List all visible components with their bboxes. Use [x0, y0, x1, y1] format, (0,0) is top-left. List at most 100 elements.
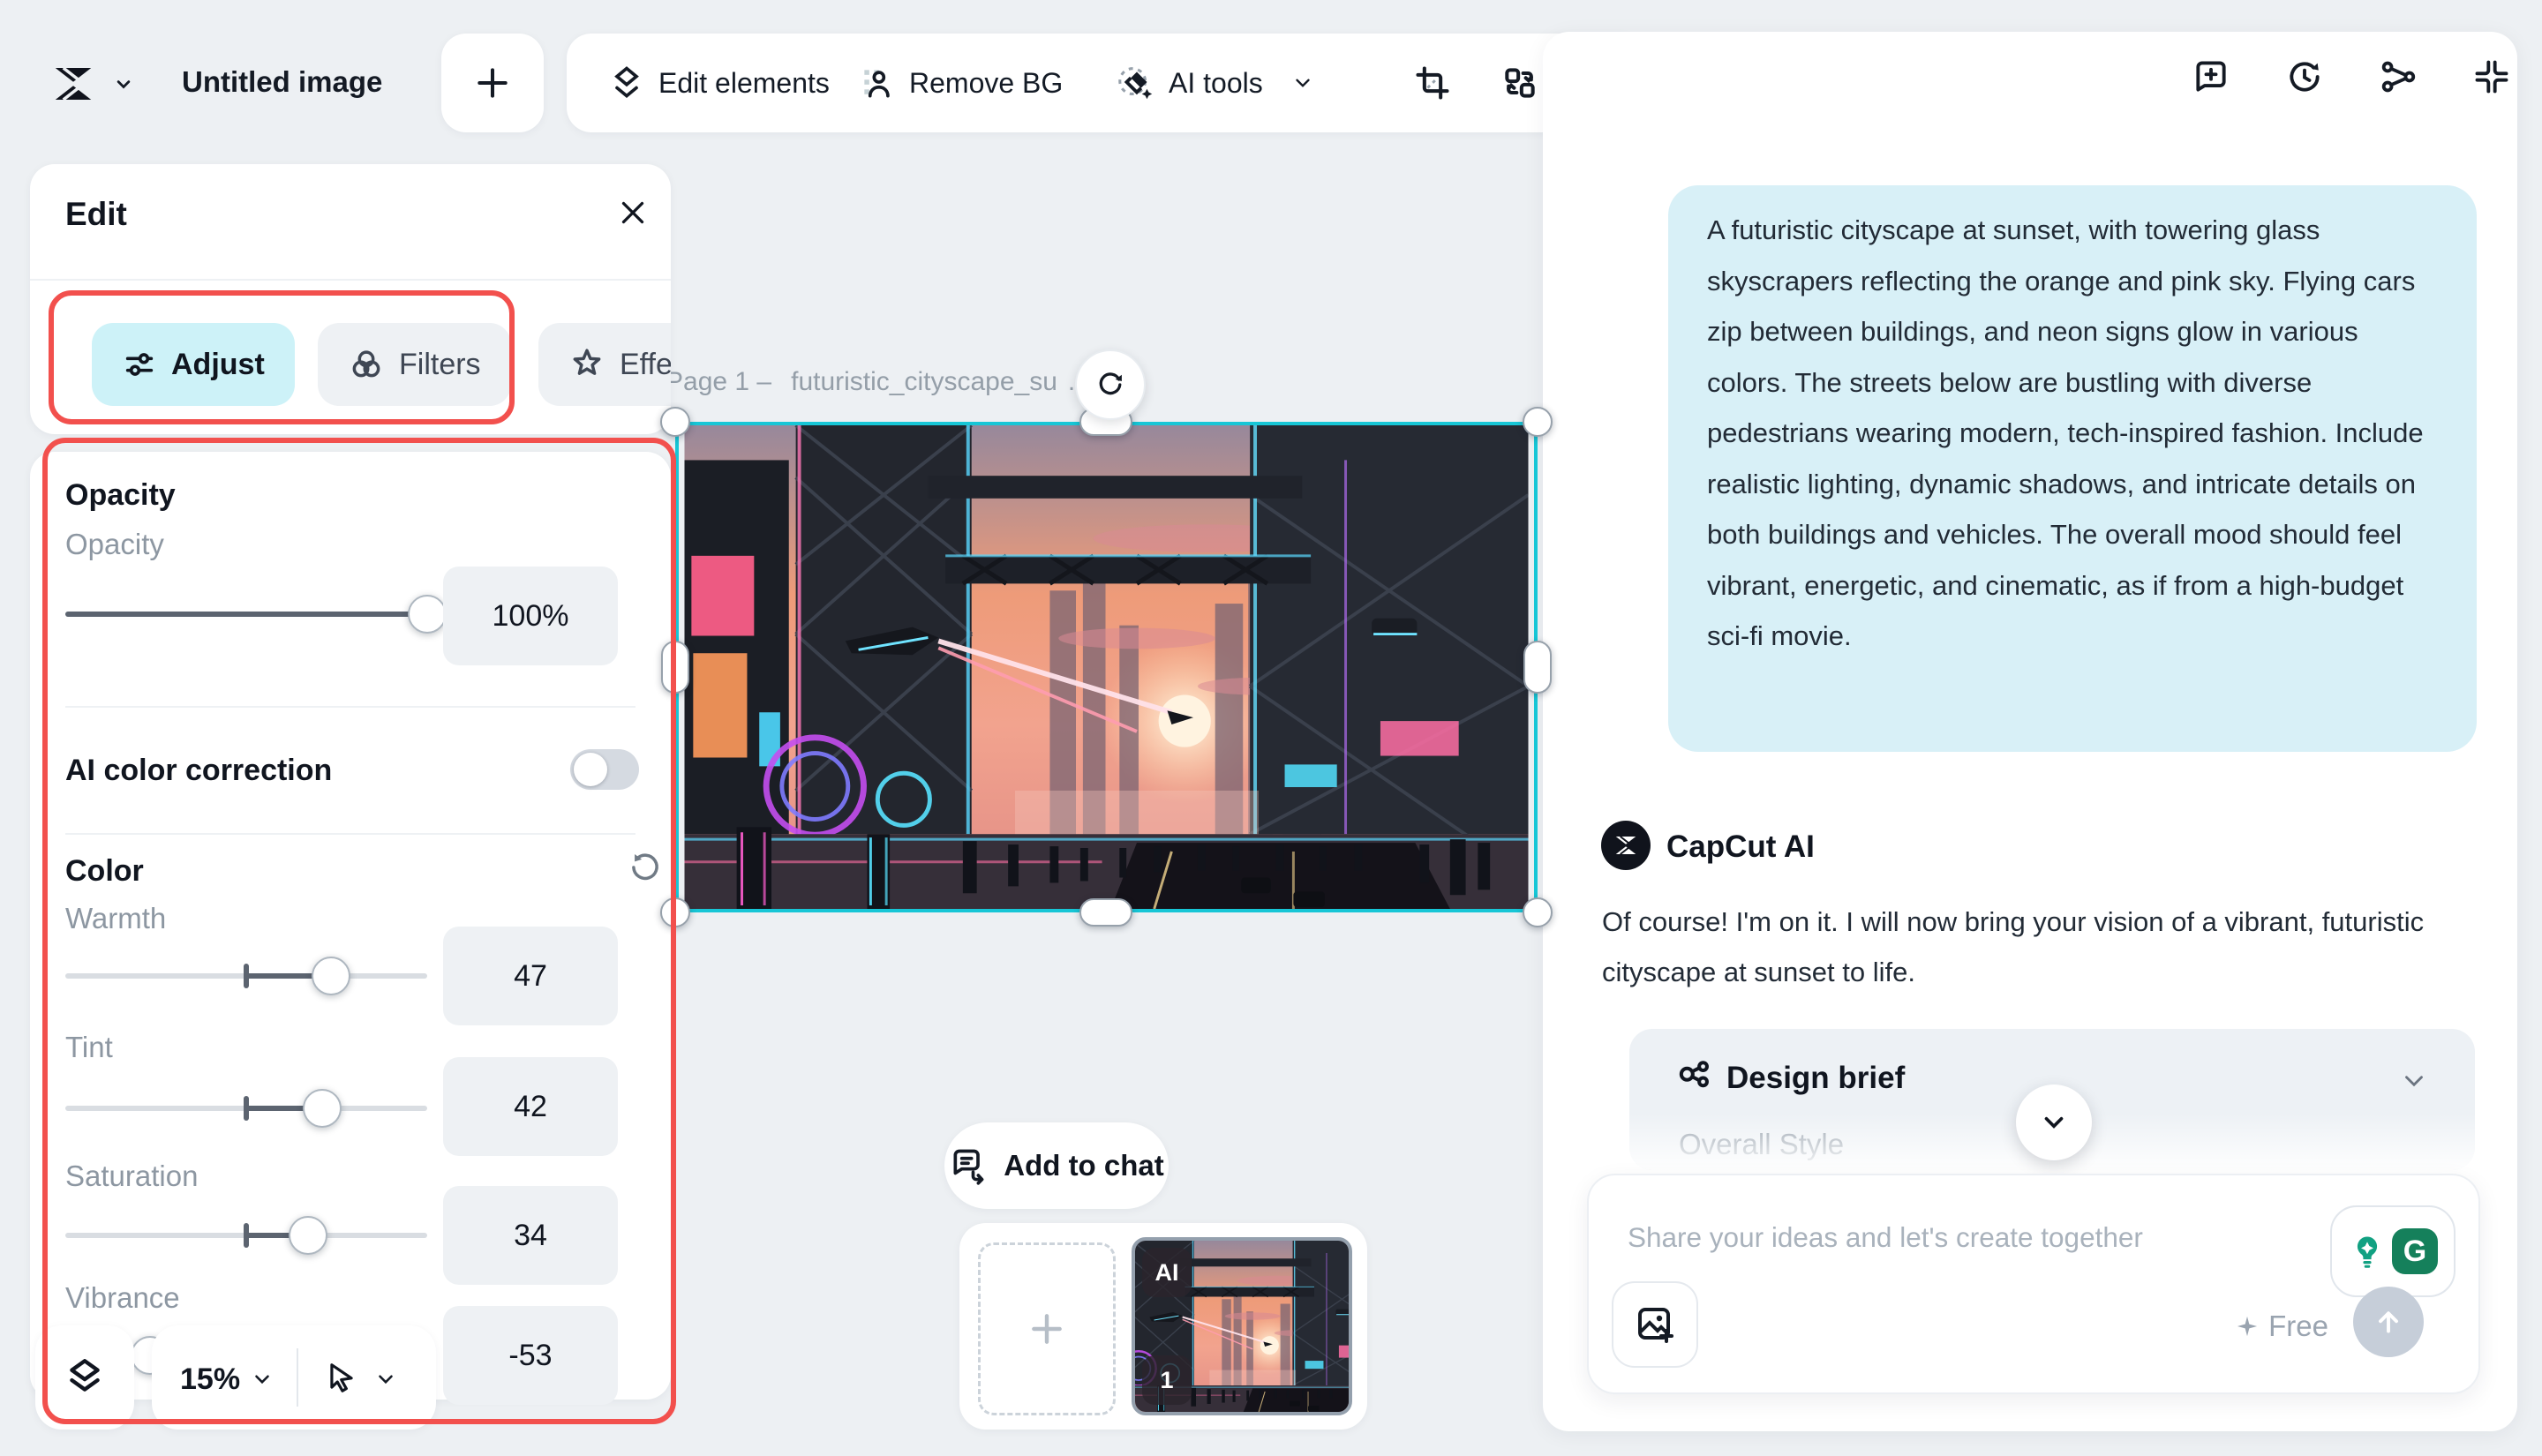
selected-image[interactable]: [675, 422, 1538, 912]
chevron-down-icon[interactable]: [251, 1368, 274, 1391]
edit-elements-button[interactable]: Edit elements: [607, 34, 830, 132]
resize-handle-bottom-left[interactable]: [660, 897, 690, 927]
chevron-down-icon: [2039, 1107, 2069, 1137]
opacity-value[interactable]: 100%: [443, 567, 618, 665]
tint-slider[interactable]: [65, 1089, 427, 1128]
edit-panel-title: Edit: [65, 196, 127, 233]
history-clock-icon: [2285, 57, 2324, 96]
cityscape-image: [679, 425, 1534, 909]
opacity-slider[interactable]: [65, 595, 427, 634]
zoom-and-mode-控件 zoom-controls: 15%: [152, 1325, 436, 1430]
ai-tools-label: AI tools: [1169, 67, 1263, 100]
app-menu[interactable]: [49, 55, 136, 113]
document-title[interactable]: Untitled image: [182, 65, 382, 99]
saturation-slider[interactable]: [65, 1216, 427, 1255]
zoom-level-dropdown[interactable]: 15%: [180, 1362, 240, 1397]
layers-button[interactable]: [35, 1325, 134, 1430]
crop-button[interactable]: [1413, 34, 1452, 132]
resize-handle-left[interactable]: [661, 641, 689, 694]
ai-tools-button[interactable]: AI tools: [1116, 34, 1314, 132]
canvas-image[interactable]: [675, 422, 1538, 912]
reset-icon: [627, 849, 664, 886]
capcut-logo-icon: [1613, 832, 1639, 859]
resize-handle-top-right[interactable]: [1523, 407, 1553, 437]
saturation-value[interactable]: 34: [443, 1186, 618, 1285]
resize-handle-right[interactable]: [1523, 641, 1552, 694]
add-new-button[interactable]: [441, 34, 544, 132]
tab-effects[interactable]: Effects: [538, 323, 671, 406]
collapse-panel-button[interactable]: [2471, 56, 2512, 97]
capcut-image-editor: Untitled image Edit elements Remove BG: [0, 0, 2542, 1456]
filters-icon: [348, 346, 385, 383]
scroll-to-bottom-button[interactable]: [2016, 1084, 2092, 1160]
opacity-section-title: Opacity: [65, 478, 176, 513]
composer-placeholder[interactable]: Share your ideas and let's create togeth…: [1628, 1221, 2143, 1254]
add-image-icon: [1634, 1303, 1676, 1346]
plus-icon: [1027, 1310, 1066, 1348]
capcut-logo-icon: [49, 60, 97, 108]
panel-actions: [2191, 56, 2512, 97]
warmth-slider[interactable]: [65, 957, 427, 995]
cursor-tool-icon[interactable]: [325, 1361, 358, 1394]
divider: [30, 279, 671, 281]
slider-thumb[interactable]: [408, 595, 447, 634]
tint-label: Tint: [65, 1031, 113, 1064]
user-prompt-bubble: A futuristic cityscape at sunset, with t…: [1668, 185, 2477, 752]
writing-suggestions-pill[interactable]: G: [2330, 1205, 2456, 1297]
tab-adjust-label: Adjust: [171, 348, 265, 382]
close-edit-panel-button[interactable]: [613, 192, 653, 233]
divider: [65, 706, 636, 708]
chat-composer[interactable]: Share your ideas and let's create togeth…: [1587, 1174, 2480, 1394]
share-button[interactable]: [2378, 56, 2418, 97]
lightbulb-icon: [2348, 1232, 2387, 1271]
chevron-down-icon[interactable]: [374, 1368, 397, 1391]
divider: [65, 833, 636, 835]
resize-handle-top-left[interactable]: [660, 407, 690, 437]
add-to-chat-button[interactable]: Add to chat: [944, 1122, 1169, 1209]
resize-handle-bottom[interactable]: [1079, 898, 1132, 927]
remove-bg-label: Remove BG: [909, 67, 1063, 100]
opacity-slider-label: Opacity: [65, 528, 164, 561]
resize-handle-bottom-right[interactable]: [1523, 897, 1553, 927]
page-thumbnail[interactable]: AI 1: [1132, 1237, 1352, 1415]
rotate-icon: [1094, 369, 1126, 401]
vibrance-label: Vibrance: [65, 1281, 180, 1315]
ai-color-correction-toggle[interactable]: [570, 749, 639, 790]
tint-value[interactable]: 42: [443, 1057, 618, 1156]
filename-label: futuristic_cityscape_su: [791, 367, 1057, 397]
page-number-badge: 1: [1142, 1355, 1192, 1405]
tab-filters-label: Filters: [399, 348, 481, 382]
slider-thumb[interactable]: [312, 957, 350, 995]
close-icon: [617, 197, 649, 229]
edit-panel-header: Edit Adjust Filters: [30, 164, 671, 434]
rotate-handle[interactable]: [1075, 349, 1146, 420]
remove-bg-button[interactable]: Remove BG: [858, 34, 1063, 132]
replace-button[interactable]: [1500, 34, 1539, 132]
add-page-placeholder[interactable]: [978, 1242, 1116, 1415]
chevron-down-icon[interactable]: [2399, 1066, 2429, 1096]
vibrance-value[interactable]: -53: [443, 1306, 618, 1405]
main-toolbar: Edit elements Remove BG AI tools: [567, 34, 1644, 132]
comment-plus-icon: [2192, 57, 2230, 96]
ai-badge: AI: [1142, 1248, 1192, 1297]
history-button[interactable]: [2284, 56, 2325, 97]
slider-thumb[interactable]: [303, 1089, 342, 1128]
collapse-icon: [2472, 57, 2511, 96]
new-chat-button[interactable]: [2191, 56, 2231, 97]
color-section-title: Color: [65, 854, 144, 889]
send-button[interactable]: [2353, 1287, 2424, 1357]
add-image-button[interactable]: [1612, 1281, 1698, 1368]
edit-elements-label: Edit elements: [658, 67, 830, 100]
page-number-label: Page 1 –: [666, 367, 771, 397]
capcut-ai-avatar: [1601, 821, 1651, 870]
tab-filters[interactable]: Filters: [318, 323, 511, 406]
color-reset-button[interactable]: [627, 849, 664, 886]
design-brief-title: Design brief: [1726, 1061, 1905, 1096]
grammarly-icon: G: [2392, 1228, 2438, 1274]
warmth-value[interactable]: 47: [443, 927, 618, 1025]
warmth-label: Warmth: [65, 902, 166, 935]
tab-adjust[interactable]: Adjust: [92, 323, 295, 406]
slider-thumb[interactable]: [289, 1216, 327, 1255]
adjust-settings-panel: Opacity Opacity 100% AI color correction…: [30, 452, 671, 1400]
divider: [297, 1348, 298, 1407]
